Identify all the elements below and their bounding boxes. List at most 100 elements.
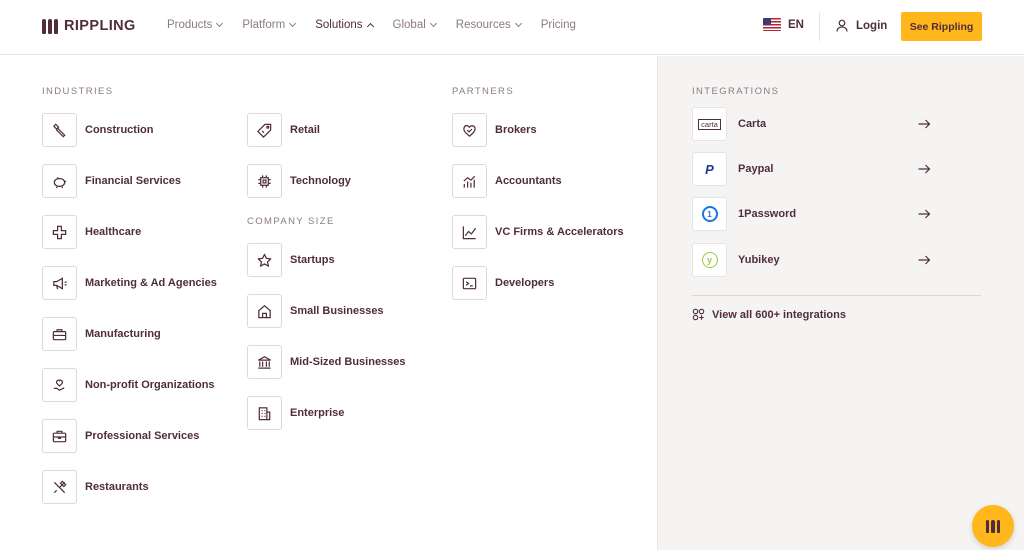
- partner-vc-firms[interactable]: VC Firms & Accelerators: [452, 215, 624, 249]
- item-label: Construction: [85, 124, 154, 136]
- line-chart-icon: [462, 225, 477, 239]
- login-link[interactable]: Login: [836, 19, 887, 32]
- us-flag-icon: [763, 18, 781, 31]
- arrow-right-icon: [918, 209, 931, 219]
- industry-restaurants[interactable]: Restaurants: [42, 470, 149, 504]
- nav-platform[interactable]: Platform: [242, 19, 297, 31]
- item-label: Enterprise: [290, 407, 345, 419]
- arrow-right-icon: [918, 164, 931, 174]
- partner-accountants[interactable]: Accountants: [452, 164, 562, 198]
- view-all-label: View all 600+ integrations: [712, 308, 846, 321]
- view-all-integrations-link[interactable]: View all 600+ integrations: [692, 308, 846, 321]
- nav-label: Resources: [455, 19, 511, 31]
- size-startups[interactable]: Startups: [247, 243, 335, 277]
- size-enterprise[interactable]: Enterprise: [247, 396, 344, 430]
- industry-marketing[interactable]: Marketing & Ad Agencies: [42, 266, 217, 300]
- industry-non-profit[interactable]: Non-profit Organizations: [42, 368, 215, 402]
- chat-launcher-button[interactable]: [972, 505, 1014, 547]
- nav-products[interactable]: Products: [167, 19, 224, 31]
- item-label: Yubikey: [738, 254, 780, 266]
- header-divider: [819, 13, 820, 41]
- office-building-icon: [258, 406, 271, 420]
- nav-label: Pricing: [540, 19, 576, 31]
- briefcase-icon: [52, 430, 67, 442]
- chevron-up-icon: [366, 22, 374, 31]
- nav-solutions[interactable]: Solutions: [315, 19, 374, 31]
- item-label: Startups: [290, 254, 335, 266]
- paypal-logo-text: P: [705, 161, 714, 177]
- chevron-down-icon: [289, 19, 297, 28]
- integration-paypal[interactable]: P Paypal: [692, 152, 981, 186]
- onepassword-logo-text: 1: [701, 206, 718, 222]
- yubikey-logo-icon: y: [692, 243, 727, 277]
- nav-label: Solutions: [315, 19, 363, 31]
- nav-global[interactable]: Global: [393, 19, 437, 31]
- chevron-down-icon: [429, 19, 437, 28]
- item-label: Manufacturing: [85, 328, 161, 340]
- integration-1password[interactable]: 1 1Password: [692, 197, 981, 231]
- partner-developers[interactable]: Developers: [452, 266, 554, 300]
- apps-grid-icon: [692, 308, 705, 321]
- chevron-down-icon: [514, 19, 522, 28]
- login-label: Login: [856, 19, 888, 32]
- arrow-right-icon: [918, 255, 931, 265]
- partner-brokers[interactable]: Brokers: [452, 113, 537, 147]
- carta-logo-icon: carta: [692, 107, 727, 141]
- size-small-businesses[interactable]: Small Businesses: [247, 294, 384, 328]
- industry-healthcare[interactable]: Healthcare: [42, 215, 141, 249]
- arrow-right-icon: [918, 119, 931, 129]
- rippling-mark-icon: [985, 519, 1001, 533]
- rippling-mark-icon: [42, 18, 58, 34]
- wrench-icon: [52, 122, 66, 138]
- item-label: Paypal: [738, 163, 774, 175]
- rippling-logo[interactable]: RIPPLING: [42, 18, 136, 34]
- nav-label: Platform: [242, 19, 286, 31]
- heart-hand-icon: [53, 379, 65, 391]
- size-mid-sized-businesses[interactable]: Mid-Sized Businesses: [247, 345, 406, 379]
- item-label: Brokers: [495, 124, 537, 136]
- integrations-heading: INTEGRATIONS: [692, 86, 780, 97]
- item-label: Retail: [290, 124, 320, 136]
- item-label: 1Password: [738, 208, 797, 220]
- top-navbar: RIPPLING Products Platform Solutions Glo…: [0, 0, 1024, 55]
- utensils-icon: [53, 479, 67, 493]
- industry-technology[interactable]: Technology: [247, 164, 351, 198]
- brand-name: RIPPLING: [64, 18, 136, 34]
- integration-yubikey[interactable]: y Yubikey: [692, 243, 981, 277]
- piggy-bank-icon: [53, 176, 67, 188]
- item-label: Financial Services: [85, 175, 181, 187]
- bank-icon: [258, 355, 271, 369]
- paypal-logo-icon: P: [692, 152, 727, 186]
- bar-growth-icon: [463, 175, 476, 188]
- industries-heading: INDUSTRIES: [42, 86, 114, 97]
- item-label: VC Firms & Accelerators: [495, 226, 624, 238]
- terminal-icon: [462, 277, 477, 289]
- star-icon: [257, 253, 272, 267]
- nav-pricing[interactable]: Pricing: [541, 19, 576, 31]
- item-label: Small Businesses: [290, 305, 384, 317]
- item-label: Developers: [495, 277, 555, 289]
- item-label: Professional Services: [85, 430, 200, 442]
- item-label: Carta: [738, 118, 767, 130]
- industry-retail[interactable]: Retail: [247, 113, 320, 147]
- industry-professional-services[interactable]: Professional Services: [42, 419, 199, 453]
- integration-carta[interactable]: carta Carta: [692, 107, 981, 141]
- item-label: Mid-Sized Businesses: [290, 356, 406, 368]
- item-label: Marketing & Ad Agencies: [85, 277, 217, 289]
- company-size-heading: COMPANY SIZE: [247, 216, 335, 227]
- industry-financial-services[interactable]: Financial Services: [42, 164, 181, 198]
- house-icon: [258, 304, 271, 318]
- main-nav: Products Platform Solutions Global Resou…: [167, 19, 596, 31]
- nav-resources[interactable]: Resources: [455, 19, 522, 31]
- carta-logo-text: carta: [698, 118, 721, 130]
- industry-manufacturing[interactable]: Manufacturing: [42, 317, 161, 351]
- industry-construction[interactable]: Construction: [42, 113, 153, 147]
- handshake-icon: [463, 124, 476, 137]
- language-selector[interactable]: EN: [763, 18, 804, 31]
- see-rippling-button[interactable]: See Rippling: [901, 12, 982, 41]
- toolbox-icon: [52, 328, 67, 340]
- item-label: Non-profit Organizations: [85, 379, 215, 391]
- chevron-down-icon: [216, 19, 224, 28]
- onepassword-logo-icon: 1: [692, 197, 727, 231]
- yubikey-logo-text: y: [701, 252, 718, 268]
